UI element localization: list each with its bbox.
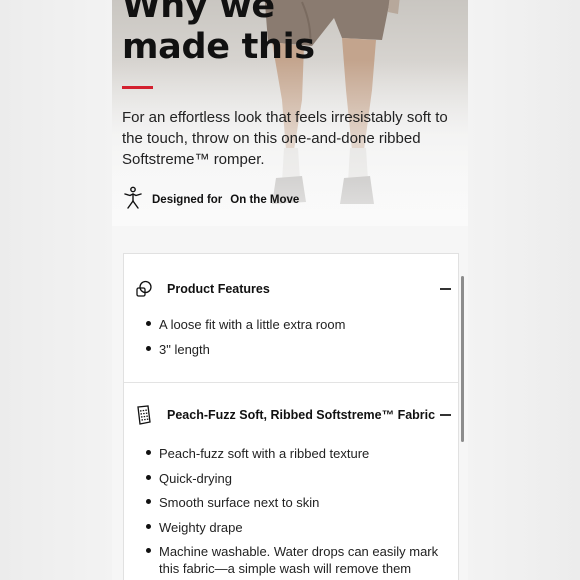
running-person-icon	[122, 186, 144, 213]
collapse-product-features-button[interactable]	[438, 282, 452, 296]
designed-for-label: Designed for	[152, 193, 223, 206]
collapse-fabric-section-button[interactable]	[438, 408, 452, 422]
list-item: Quick-drying	[146, 470, 449, 487]
accent-bar	[122, 86, 153, 89]
product-features-list: A loose fit with a little extra room 3" …	[146, 316, 449, 365]
product-features-header[interactable]: Product Features	[134, 279, 452, 299]
list-item: A loose fit with a little extra room	[146, 316, 449, 333]
textured-tag-icon	[134, 405, 154, 425]
list-item: Smooth surface next to skin	[146, 494, 449, 511]
background-left	[0, 0, 112, 580]
list-item: 3" length	[146, 341, 449, 358]
product-features-title: Product Features	[167, 282, 270, 296]
intro-text: For an effortless look that feels irresi…	[122, 109, 448, 168]
background-right	[468, 0, 580, 580]
product-details-card: Product Features A loose fit with a litt…	[123, 253, 459, 580]
fabric-features-list: Peach-fuzz soft with a ribbed texture Qu…	[146, 445, 449, 580]
why-we-made-this-section: Why we made this For an effortless look …	[112, 0, 468, 226]
designed-for-activity: On the Move	[230, 193, 300, 206]
fabric-swatch-icon	[134, 279, 154, 299]
scrollbar-thumb[interactable]	[461, 276, 464, 442]
section-divider	[124, 382, 458, 383]
list-item: Machine washable. Water drops can easily…	[146, 543, 449, 577]
list-item: Peach-fuzz soft with a ribbed texture	[146, 445, 449, 462]
product-page: Why we made this For an effortless look …	[112, 0, 468, 580]
fabric-section-header[interactable]: Peach-Fuzz Soft, Ribbed Softstreme™ Fabr…	[134, 405, 452, 425]
list-item: Weighty drape	[146, 519, 449, 536]
designed-for: Designed for On the Move	[122, 186, 299, 213]
section-heading: Why we made this	[122, 0, 315, 67]
fabric-section-title: Peach-Fuzz Soft, Ribbed Softstreme™ Fabr…	[167, 408, 436, 422]
